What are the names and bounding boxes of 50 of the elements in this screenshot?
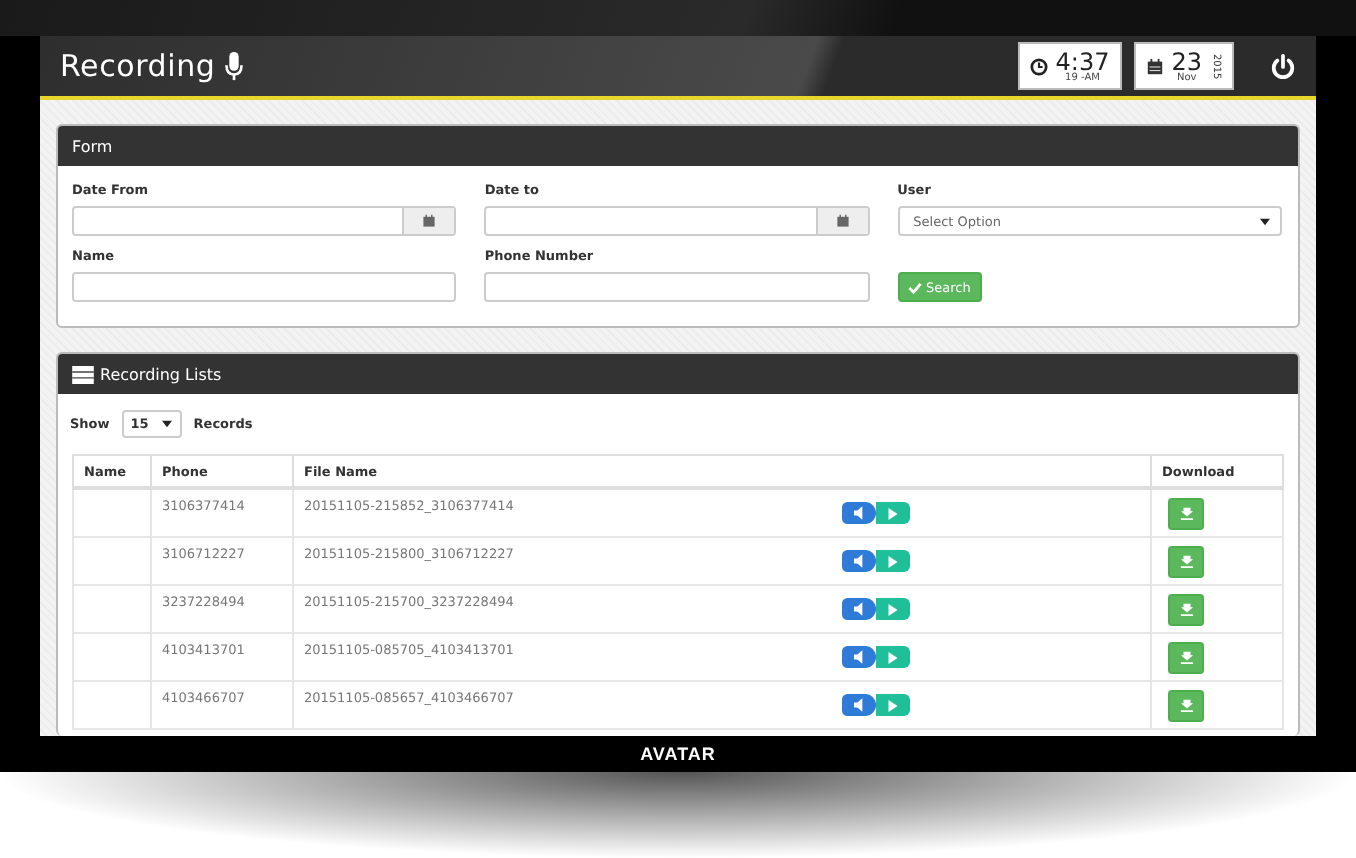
play-button[interactable] <box>876 646 911 668</box>
time-text: 4:37 <box>1055 49 1110 73</box>
input-field[interactable] <box>484 272 870 302</box>
play-icon <box>888 699 899 711</box>
power-icon[interactable] <box>1270 53 1296 79</box>
speaker-icon <box>854 650 865 664</box>
play-icon <box>888 507 899 519</box>
download-icon <box>1179 698 1193 712</box>
speaker-icon <box>854 554 865 568</box>
calendar-icon <box>835 214 850 228</box>
day-text: 23 <box>1171 49 1202 73</box>
play-button[interactable] <box>876 694 911 716</box>
check-icon <box>907 281 922 293</box>
play-icon <box>888 555 899 567</box>
download-button[interactable] <box>1168 545 1204 577</box>
list-icon <box>72 365 94 383</box>
download-icon <box>1179 650 1193 664</box>
volume-button[interactable] <box>842 694 877 716</box>
panel-title: Recording Lists <box>100 365 222 383</box>
app-title: Recording <box>60 48 216 84</box>
logo: AVATAR <box>640 744 716 764</box>
download-button[interactable] <box>1168 497 1204 529</box>
input-field[interactable] <box>72 272 457 302</box>
download-icon <box>1179 506 1193 520</box>
date-field[interactable] <box>484 206 870 236</box>
date-field[interactable] <box>72 206 457 236</box>
download-button[interactable] <box>1168 689 1204 721</box>
volume-button[interactable] <box>842 646 877 668</box>
clock-icon <box>1029 57 1048 75</box>
caret-icon <box>1259 217 1270 225</box>
volume-button[interactable] <box>842 550 877 572</box>
speaker-icon <box>854 602 865 616</box>
microphone-icon <box>223 51 244 81</box>
play-button[interactable] <box>876 550 911 572</box>
play-icon <box>888 651 899 663</box>
play-icon <box>888 603 899 615</box>
download-button[interactable] <box>1168 593 1204 625</box>
calendar-icon <box>422 214 437 228</box>
download-button[interactable] <box>1168 641 1204 673</box>
caret-icon <box>162 420 173 428</box>
panel-title: Form <box>72 137 113 155</box>
volume-button[interactable] <box>842 502 877 524</box>
calendar-icon <box>1145 57 1164 75</box>
speaker-icon <box>854 698 865 712</box>
speaker-icon <box>854 506 865 520</box>
play-button[interactable] <box>876 502 911 524</box>
volume-button[interactable] <box>842 598 877 620</box>
download-icon <box>1179 602 1193 616</box>
play-button[interactable] <box>876 598 911 620</box>
download-icon <box>1179 554 1193 568</box>
